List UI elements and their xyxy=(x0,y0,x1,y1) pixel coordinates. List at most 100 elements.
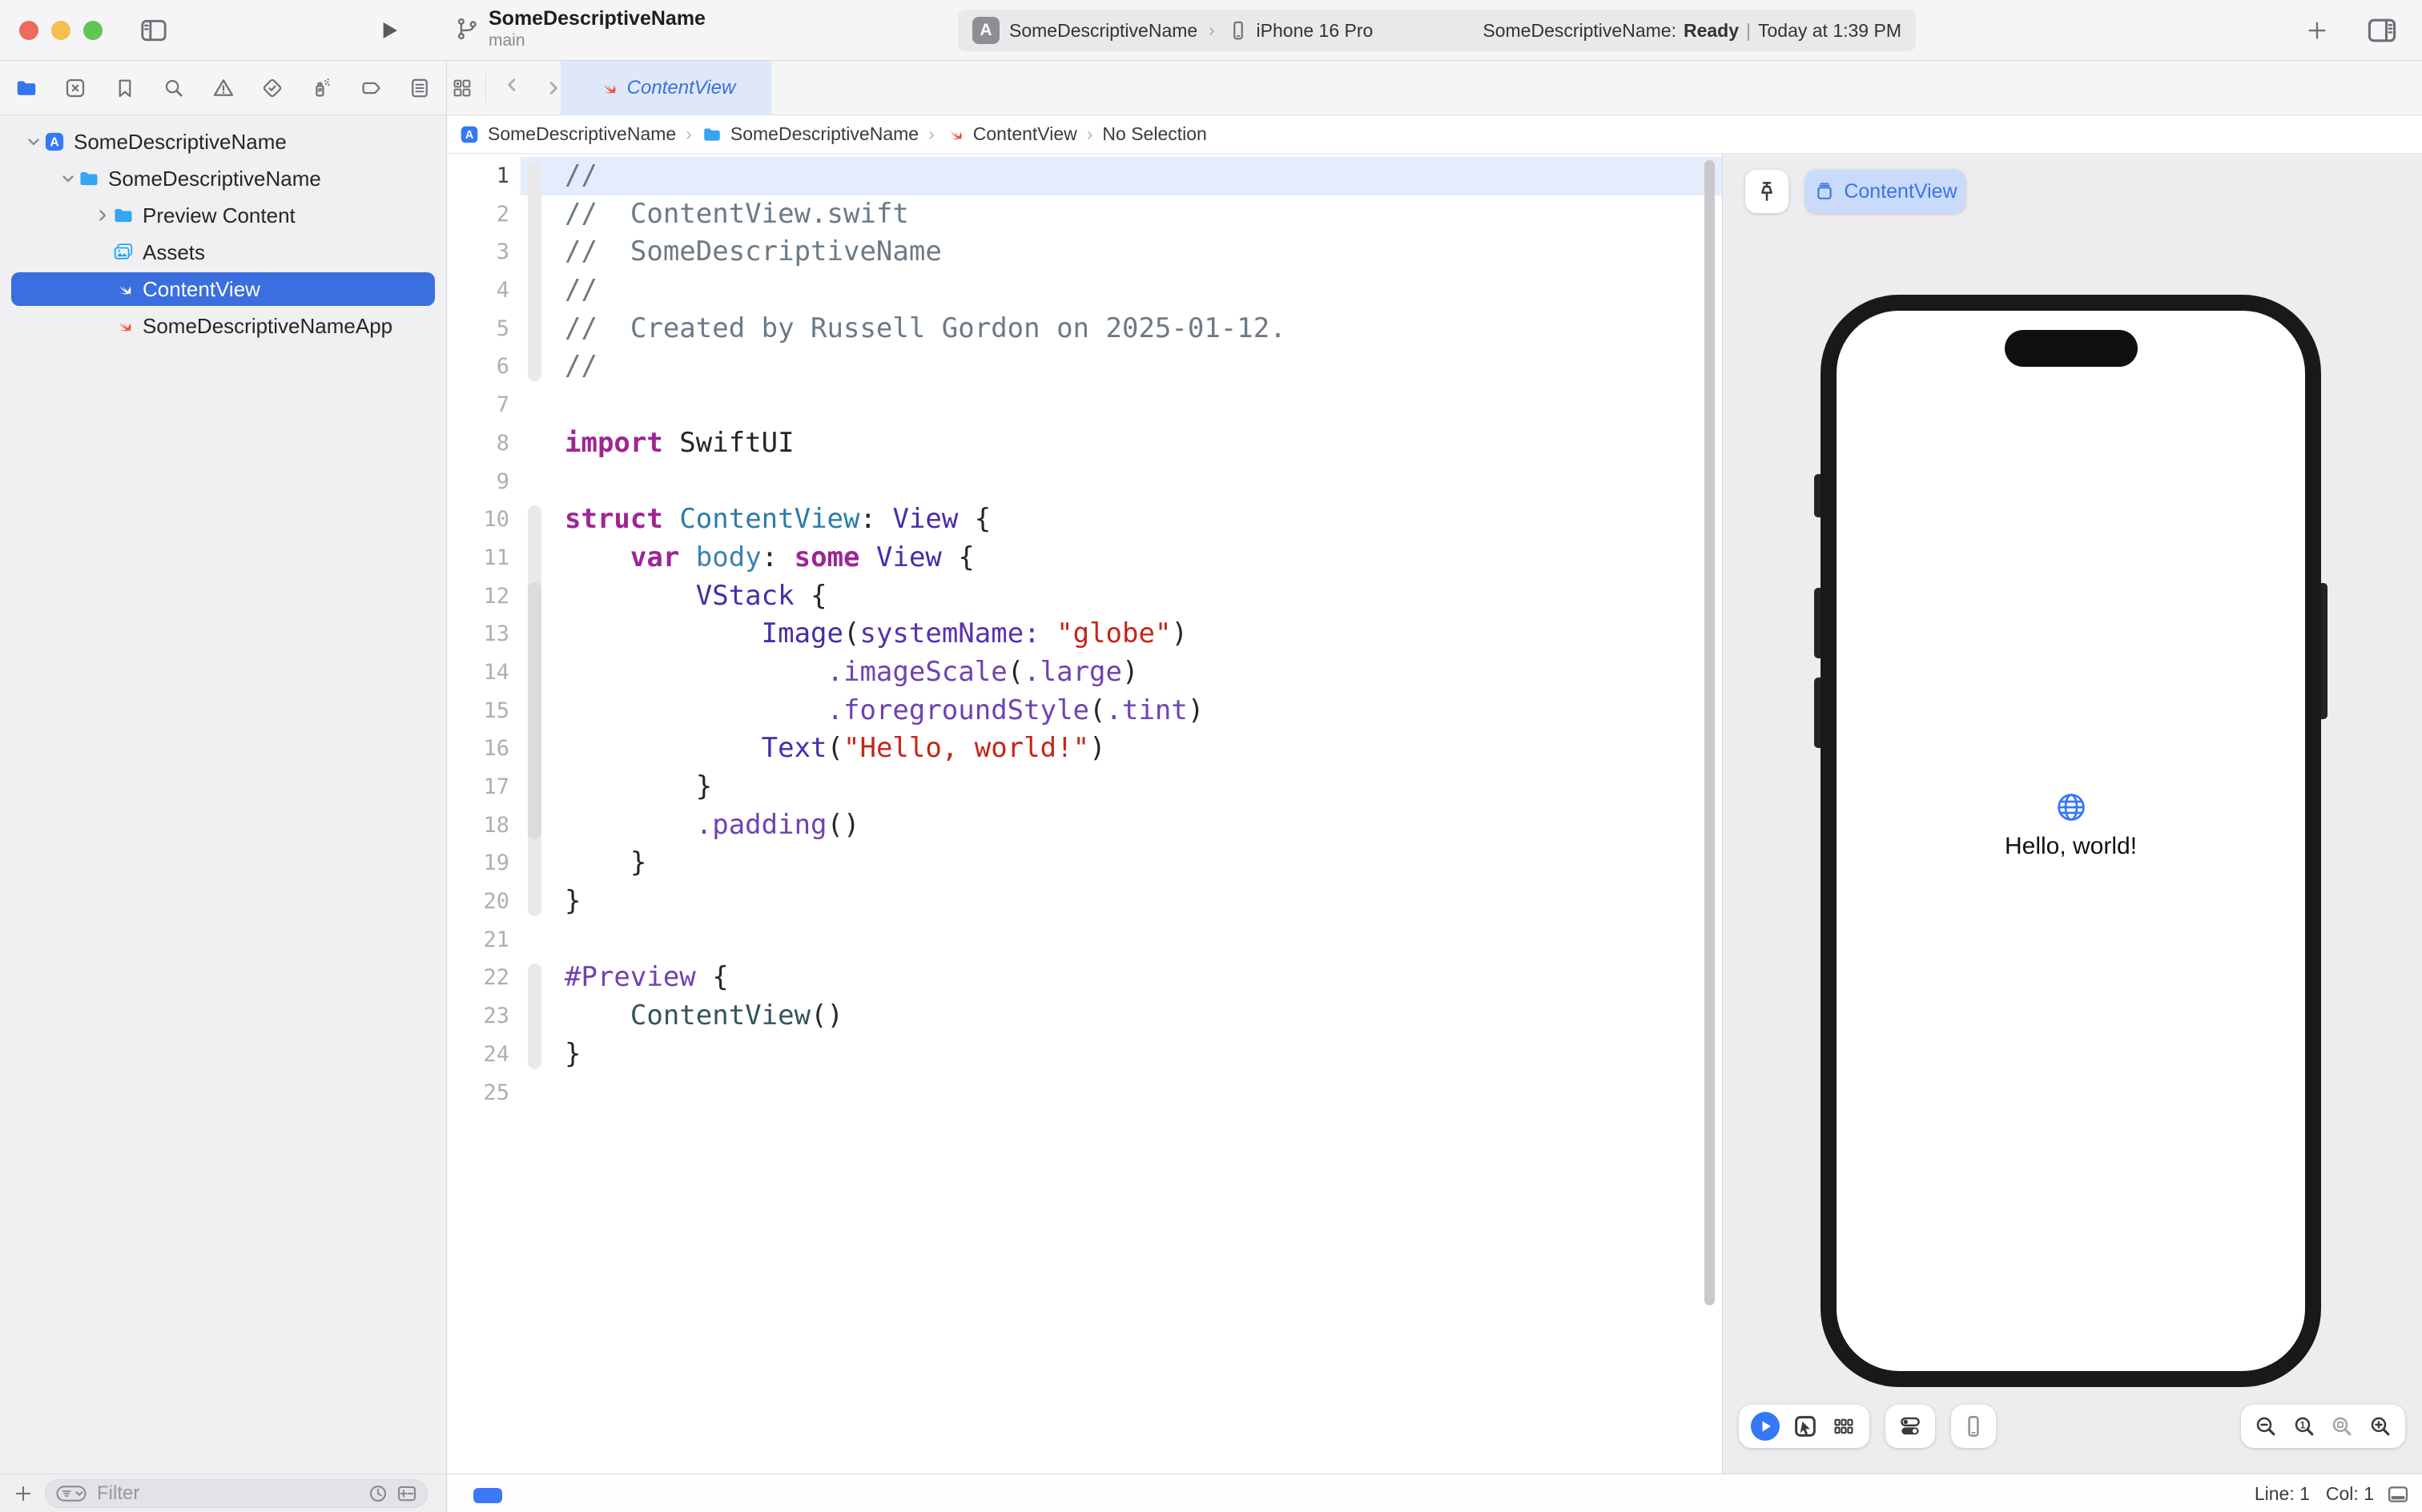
fold-ribbon[interactable] xyxy=(521,577,565,616)
line-number: 1 xyxy=(448,157,521,195)
navigator-tab-source-control-navigator[interactable] xyxy=(62,74,89,102)
zoom-in-icon[interactable] xyxy=(2368,1413,2393,1439)
editor-options-icon[interactable] xyxy=(2364,13,2400,48)
navigator-tab-report-navigator[interactable] xyxy=(406,74,433,102)
sidebar-item-assets[interactable]: Assets xyxy=(0,234,446,271)
fold-ribbon[interactable] xyxy=(521,806,565,845)
go-back-icon[interactable] xyxy=(504,77,526,99)
variants-mode-button[interactable] xyxy=(1830,1413,1857,1440)
tab-contentview[interactable]: ContentView xyxy=(561,61,771,115)
run-button[interactable] xyxy=(376,18,402,43)
code-text: import SwiftUI xyxy=(565,424,795,463)
zoom-window-button[interactable] xyxy=(83,21,103,40)
toggle-navigator-icon[interactable] xyxy=(138,14,170,46)
recent-files-icon[interactable] xyxy=(366,1482,390,1506)
code-text: } xyxy=(565,768,712,806)
jumpbar-item-0[interactable]: SomeDescriptiveName xyxy=(459,123,676,145)
navigator-tab-debug-navigator[interactable] xyxy=(308,74,335,102)
jumpbar-item-2[interactable]: ContentView xyxy=(944,123,1077,145)
line-indicator: Line: 1 xyxy=(2255,1483,2310,1505)
fold-ribbon[interactable] xyxy=(521,615,565,653)
sidebar-item-label: SomeDescriptiveName xyxy=(108,167,321,191)
preview-device-button[interactable] xyxy=(1951,1405,1996,1448)
source-editor[interactable]: 1//2// ContentView.swift3// SomeDescript… xyxy=(448,154,1722,1474)
fold-ribbon[interactable] xyxy=(521,959,565,997)
debug-area-toggle-icon[interactable] xyxy=(2385,1482,2411,1507)
scheme-title-block[interactable]: SomeDescriptiveName main xyxy=(453,6,706,51)
run-destination[interactable]: iPhone 16 Pro xyxy=(1257,20,1374,42)
chevron-down-icon[interactable] xyxy=(58,169,78,188)
minimize-window-button[interactable] xyxy=(51,21,70,40)
fold-ribbon[interactable] xyxy=(521,424,565,463)
navigator-tab-find-navigator[interactable] xyxy=(160,74,187,102)
navigator-tab-test-navigator[interactable] xyxy=(259,74,286,102)
sidebar-item-somedescriptivename[interactable]: SomeDescriptiveName xyxy=(0,123,446,160)
fold-ribbon[interactable] xyxy=(521,1035,565,1074)
close-window-button[interactable] xyxy=(19,21,38,40)
sidebar-item-somedescriptivename[interactable]: SomeDescriptiveName xyxy=(0,160,446,197)
fold-ribbon[interactable] xyxy=(521,539,565,577)
zoom-out-icon[interactable] xyxy=(2253,1413,2279,1439)
pin-preview-button[interactable] xyxy=(1745,170,1788,213)
jump-bar[interactable]: SomeDescriptiveName›SomeDescriptiveName›… xyxy=(448,115,2422,154)
navigator-tab-bookmark-navigator[interactable] xyxy=(111,74,139,102)
navigator-tab-project-navigator[interactable] xyxy=(13,74,40,102)
chevron-right-icon[interactable] xyxy=(93,206,112,225)
fold-ribbon[interactable] xyxy=(521,730,565,768)
sidebar-item-preview-content[interactable]: Preview Content xyxy=(0,197,446,234)
cursor-position: Line: 1 Col: 1 xyxy=(2255,1474,2374,1512)
fold-ribbon[interactable] xyxy=(521,310,565,348)
jumpbar-item-3[interactable]: No Selection xyxy=(1102,123,1206,145)
fold-ribbon[interactable] xyxy=(521,271,565,310)
code-text: } xyxy=(565,1035,581,1074)
code-text: // Created by Russell Gordon on 2025-01-… xyxy=(565,310,1286,348)
fold-ribbon[interactable] xyxy=(521,921,565,959)
fold-ribbon[interactable] xyxy=(521,768,565,806)
fold-ribbon[interactable] xyxy=(521,463,565,501)
add-file-icon[interactable] xyxy=(13,1483,34,1504)
sidebar-item-contentview[interactable]: ContentView xyxy=(0,271,446,308)
fold-ribbon[interactable] xyxy=(521,653,565,692)
fold-ribbon[interactable] xyxy=(521,844,565,883)
preview-tab-contentview[interactable]: ContentView xyxy=(1805,170,1965,213)
filter-field[interactable]: Filter xyxy=(45,1479,428,1508)
editor-scrollbar[interactable] xyxy=(1704,160,1715,1305)
editor-activity-capsule[interactable] xyxy=(473,1488,502,1503)
navigator-tab-breakpoint-navigator[interactable] xyxy=(357,74,384,102)
fold-ribbon[interactable] xyxy=(521,692,565,730)
scheme-target[interactable]: SomeDescriptiveName xyxy=(1009,20,1197,42)
iphone-preview-device[interactable]: Hello, world! xyxy=(1821,295,2321,1387)
live-preview-button[interactable] xyxy=(1751,1412,1780,1441)
line-number: 20 xyxy=(448,883,521,921)
related-items-icon[interactable] xyxy=(449,74,476,102)
zoom-fit-icon[interactable] xyxy=(2329,1413,2355,1439)
activity-status-bar[interactable]: A SomeDescriptiveName › iPhone 16 Pro So… xyxy=(958,10,1916,51)
code-line: 12 VStack { xyxy=(448,577,1722,616)
code-line: 3// SomeDescriptiveName xyxy=(448,233,1722,271)
navigator-tab-issue-navigator[interactable] xyxy=(210,74,237,102)
device-settings-button[interactable] xyxy=(1885,1405,1935,1448)
filter-options-icon[interactable] xyxy=(54,1482,89,1505)
sidebar-item-somedescriptivenameapp[interactable]: SomeDescriptiveNameApp xyxy=(0,308,446,344)
fold-ribbon[interactable] xyxy=(521,501,565,539)
chevron-down-icon[interactable] xyxy=(24,132,43,151)
line-number: 5 xyxy=(448,310,521,348)
library-add-button[interactable] xyxy=(2305,18,2329,42)
zoom-100-icon[interactable] xyxy=(2291,1413,2317,1439)
code-text: Text("Hello, world!") xyxy=(565,730,1106,768)
line-number: 16 xyxy=(448,730,521,768)
fold-ribbon[interactable] xyxy=(521,157,565,195)
fold-ribbon[interactable] xyxy=(521,997,565,1035)
selectable-mode-button[interactable] xyxy=(1792,1413,1819,1440)
toolbar: SomeDescriptiveName main A SomeDescripti… xyxy=(0,0,2422,61)
fold-ribbon[interactable] xyxy=(521,883,565,921)
fold-ribbon[interactable] xyxy=(521,348,565,386)
jumpbar-item-1[interactable]: SomeDescriptiveName xyxy=(702,123,919,145)
fold-ribbon[interactable] xyxy=(521,386,565,424)
code-line: 19 } xyxy=(448,844,1722,883)
project-navigator[interactable]: SomeDescriptiveName SomeDescriptiveName Pr… xyxy=(0,115,447,1474)
fold-ribbon[interactable] xyxy=(521,233,565,271)
fold-ribbon[interactable] xyxy=(521,195,565,234)
fold-ribbon[interactable] xyxy=(521,1074,565,1112)
scm-status-filter-icon[interactable] xyxy=(395,1482,419,1506)
